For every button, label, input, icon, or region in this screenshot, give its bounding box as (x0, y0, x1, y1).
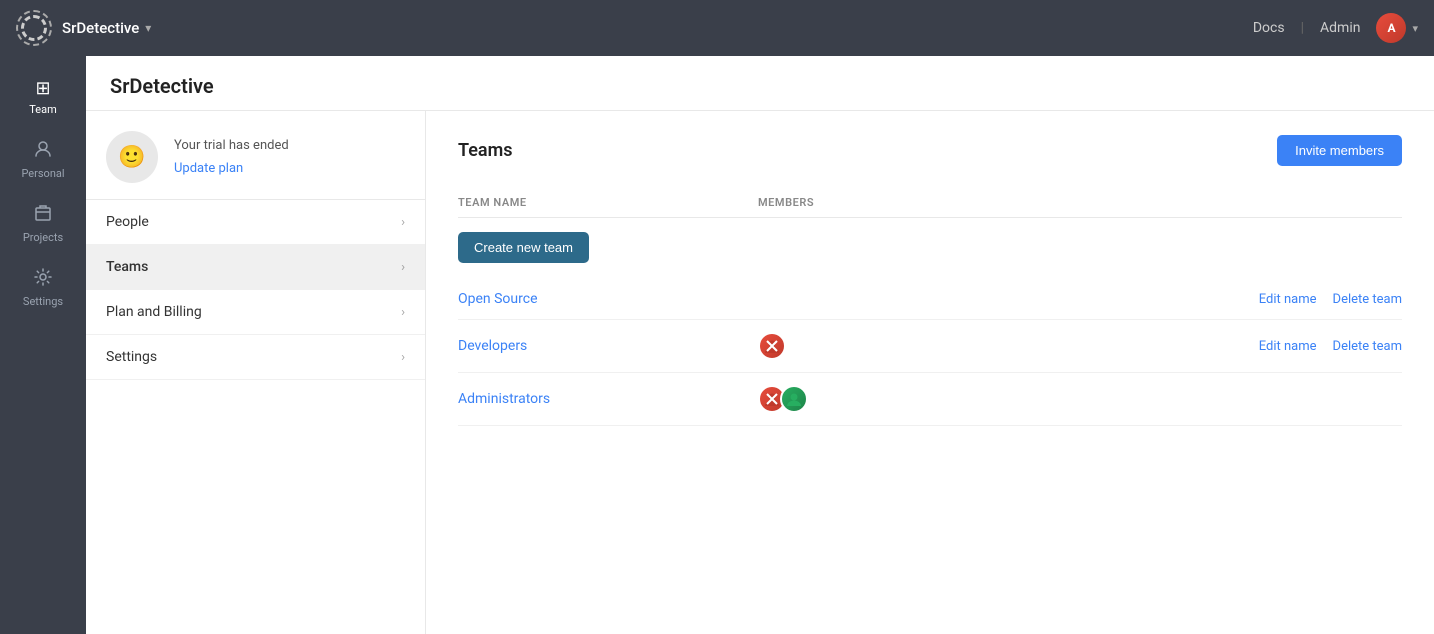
team-members-administrators (758, 385, 1402, 413)
sidebar: ⊞ Team Personal Projects Settings (0, 56, 86, 634)
nav-people-label: People (106, 214, 149, 230)
two-column-layout: 🙂 Your trial has ended Update plan Peopl… (86, 111, 1434, 634)
sidebar-team-label: Team (29, 103, 57, 116)
personal-icon (34, 140, 52, 163)
teams-chevron-icon: › (401, 260, 405, 275)
sidebar-item-team[interactable]: ⊞ Team (5, 68, 81, 126)
table-row: Developers Edit name Delete team (458, 320, 1402, 373)
brand-text: SrDetective (62, 19, 139, 37)
update-plan-link[interactable]: Update plan (174, 161, 243, 176)
brand-chevron-icon: ▾ (145, 21, 151, 35)
nav-settings-label: Settings (106, 349, 157, 365)
invite-members-button[interactable]: Invite members (1277, 135, 1402, 166)
table-header: TEAM NAME MEMBERS (458, 190, 1402, 218)
right-panel-header: Teams Invite members (458, 135, 1402, 166)
col-members: MEMBERS (758, 196, 814, 209)
team-actions-developers: Edit name Delete team (1259, 339, 1402, 354)
people-chevron-icon: › (401, 215, 405, 230)
page-title: SrDetective (110, 74, 1410, 98)
trial-title: Your trial has ended (174, 138, 289, 153)
nav-item-plan-billing[interactable]: Plan and Billing › (86, 290, 425, 335)
create-new-team-button[interactable]: Create new team (458, 232, 589, 263)
col-team-name: TEAM NAME (458, 196, 758, 209)
admin-link[interactable]: Admin (1320, 20, 1360, 36)
brand-name[interactable]: SrDetective ▾ (62, 19, 151, 37)
edit-name-open-source[interactable]: Edit name (1259, 292, 1317, 307)
nav-teams-label: Teams (106, 259, 148, 275)
settings-chevron-icon: › (401, 350, 405, 365)
topnav-right: Docs | Admin A ▾ (1253, 13, 1418, 43)
trial-avatar: 🙂 (106, 131, 158, 183)
user-menu[interactable]: A ▾ (1376, 13, 1418, 43)
team-actions-open-source: Edit name Delete team (1259, 292, 1402, 307)
member-avatar (758, 332, 786, 360)
left-nav: People › Teams › Plan and Billing › Sett… (86, 200, 425, 380)
content-area: SrDetective 🙂 Your trial has ended Updat… (86, 56, 1434, 634)
sidebar-personal-label: Personal (21, 167, 64, 180)
user-avatar: A (1376, 13, 1406, 43)
sidebar-projects-label: Projects (23, 231, 63, 244)
section-title: Teams (458, 140, 513, 161)
right-panel: Teams Invite members TEAM NAME MEMBERS C… (426, 111, 1434, 634)
nav-divider: | (1301, 20, 1304, 36)
settings-icon (34, 268, 52, 291)
sidebar-settings-label: Settings (23, 295, 63, 308)
trial-text-block: Your trial has ended Update plan (174, 138, 289, 176)
main-layout: ⊞ Team Personal Projects Settings SrDete… (0, 56, 1434, 634)
plan-billing-chevron-icon: › (401, 305, 405, 320)
edit-name-developers[interactable]: Edit name (1259, 339, 1317, 354)
team-name-developers[interactable]: Developers (458, 338, 758, 354)
nav-item-people[interactable]: People › (86, 200, 425, 245)
user-chevron-icon: ▾ (1412, 22, 1418, 35)
nav-item-teams[interactable]: Teams › (86, 245, 425, 290)
sidebar-item-settings[interactable]: Settings (5, 258, 81, 318)
trial-banner: 🙂 Your trial has ended Update plan (86, 111, 425, 200)
left-panel: 🙂 Your trial has ended Update plan Peopl… (86, 111, 426, 634)
table-row: Open Source Edit name Delete team (458, 279, 1402, 320)
delete-team-open-source[interactable]: Delete team (1333, 292, 1402, 307)
team-icon: ⊞ (35, 78, 50, 99)
page-header: SrDetective (86, 56, 1434, 111)
table-row: Administrators (458, 373, 1402, 426)
delete-team-developers[interactable]: Delete team (1333, 339, 1402, 354)
projects-icon (34, 204, 52, 227)
sidebar-item-personal[interactable]: Personal (5, 130, 81, 190)
docs-link[interactable]: Docs (1253, 20, 1285, 36)
team-name-administrators[interactable]: Administrators (458, 391, 758, 407)
nav-plan-billing-label: Plan and Billing (106, 304, 202, 320)
top-navigation: SrDetective ▾ Docs | Admin A ▾ (0, 0, 1434, 56)
nav-item-settings[interactable]: Settings › (86, 335, 425, 380)
member-avatar (780, 385, 808, 413)
sidebar-item-projects[interactable]: Projects (5, 194, 81, 254)
team-members-developers (758, 332, 1259, 360)
team-name-open-source[interactable]: Open Source (458, 291, 758, 307)
brand-logo (16, 10, 52, 46)
